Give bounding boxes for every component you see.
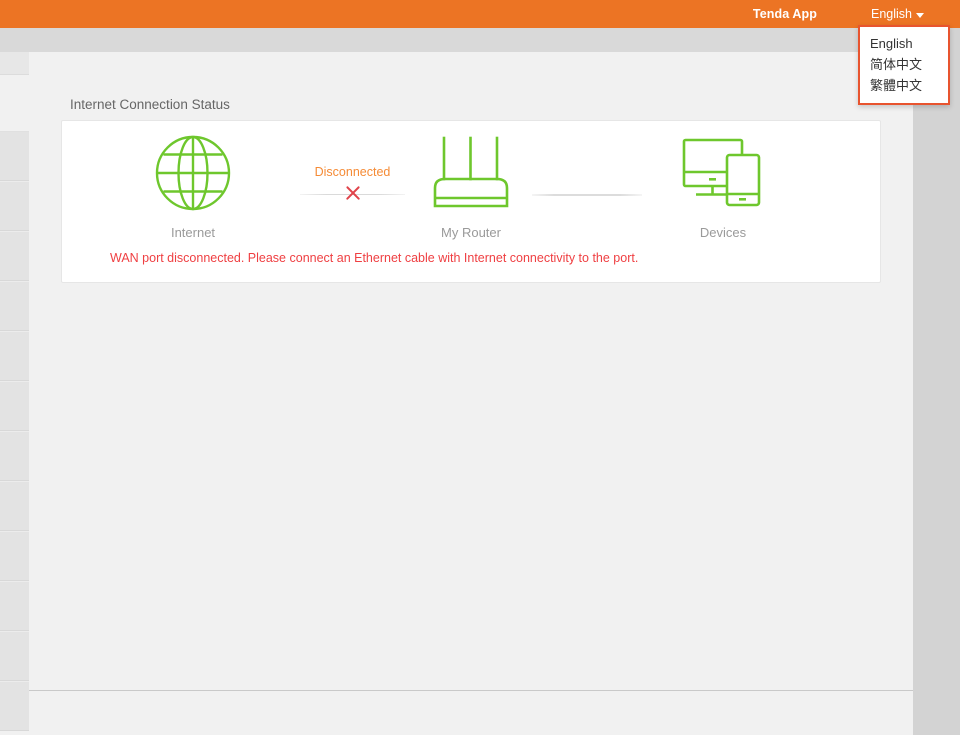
language-option-traditional-chinese[interactable]: 繁體中文 xyxy=(860,75,948,96)
globe-icon xyxy=(118,135,268,211)
topology-node-internet: Internet xyxy=(118,135,268,240)
language-toggle-label: English xyxy=(871,7,912,21)
content-footer xyxy=(29,691,913,735)
language-selector: English xyxy=(871,0,924,28)
content-body: Internet Connection Status Internet Disc… xyxy=(29,52,913,690)
cross-icon xyxy=(342,182,364,204)
sidebar-item[interactable] xyxy=(0,381,29,431)
chevron-down-icon xyxy=(916,12,924,18)
connection-line xyxy=(532,194,642,196)
tenda-app-link[interactable]: Tenda App xyxy=(743,0,827,28)
language-option-simplified-chinese[interactable]: 简体中文 xyxy=(860,54,948,75)
sidebar-item[interactable] xyxy=(0,581,29,631)
sidebar-item[interactable] xyxy=(0,531,29,581)
main-content-panel: Internet Connection Status Internet Disc… xyxy=(29,28,913,735)
warning-message: WAN port disconnected. Please connect an… xyxy=(110,251,639,265)
page-title: Internet Connection Status xyxy=(70,97,230,112)
sidebar-item[interactable] xyxy=(0,231,29,281)
topology-label-router: My Router xyxy=(441,225,501,240)
sidebar-item[interactable] xyxy=(0,181,29,231)
language-toggle-button[interactable]: English xyxy=(871,0,924,28)
router-icon xyxy=(396,135,546,211)
internet-connection-status-card: Internet Disconnected My Router Devices … xyxy=(61,120,881,283)
language-dropdown-menu[interactable]: English 简体中文 繁體中文 xyxy=(858,25,950,105)
sidebar-item[interactable] xyxy=(0,631,29,681)
topology-node-devices: Devices xyxy=(648,135,798,240)
sidebar-item[interactable] xyxy=(0,681,29,731)
devices-icon xyxy=(648,135,798,211)
topbar-right-group: Tenda App English xyxy=(743,0,960,28)
topology-label-devices: Devices xyxy=(699,225,747,240)
top-navigation-bar: Tenda App English xyxy=(0,0,960,28)
sidebar-header-strip xyxy=(0,28,29,52)
content-top-strip xyxy=(29,28,913,52)
sidebar-item[interactable] xyxy=(0,331,29,381)
sidebar-item[interactable] xyxy=(0,131,29,181)
sidebar-navigation xyxy=(0,28,29,735)
topology-label-internet: Internet xyxy=(170,225,216,240)
language-option-english[interactable]: English xyxy=(860,33,948,54)
link-router-to-devices xyxy=(517,194,657,196)
sidebar-item[interactable] xyxy=(0,481,29,531)
sidebar-item[interactable] xyxy=(0,281,29,331)
sidebar-menu-list xyxy=(0,131,29,731)
sidebar-logo xyxy=(0,52,29,75)
topology-node-router: My Router xyxy=(396,135,546,240)
network-topology-diagram: Internet Disconnected My Router Devices xyxy=(62,121,880,246)
sidebar-item[interactable] xyxy=(0,431,29,481)
